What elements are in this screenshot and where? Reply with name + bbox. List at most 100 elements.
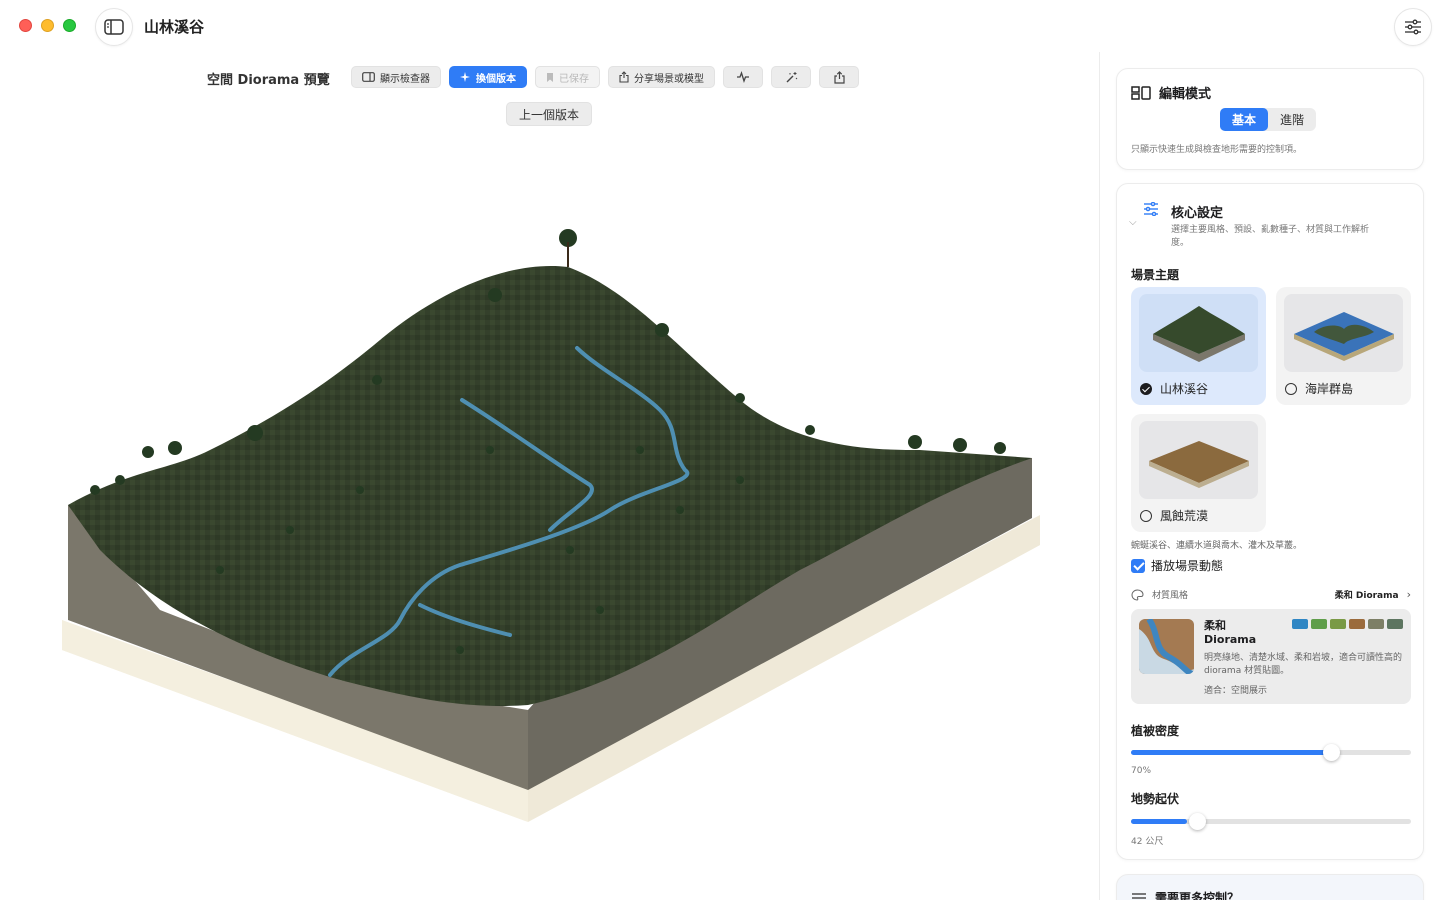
material-style-row[interactable]: 材質風格 柔和 Diorama › [1131, 588, 1411, 601]
sparkles-icon [460, 71, 470, 82]
checkmark-icon [1131, 558, 1145, 573]
saved-button[interactable]: 已保存 [535, 66, 600, 88]
previous-version-button[interactable]: 上一個版本 [506, 102, 593, 126]
swap-version-button[interactable]: 換個版本 [449, 66, 527, 88]
export-button[interactable] [819, 66, 859, 88]
panel-divider [1099, 52, 1100, 900]
material-name: 柔和 Diorama [1204, 619, 1257, 646]
theme-label: 風蝕荒漠 [1160, 509, 1209, 523]
material-fit: 適合：空間展示 [1204, 686, 1268, 696]
window-controls [19, 19, 76, 32]
chevron-right-icon: › [1406, 588, 1411, 601]
window-title: 山林溪谷 [144, 18, 205, 36]
sliders-icon [1132, 892, 1146, 899]
show-inspector-label: 顯示檢查器 [380, 73, 430, 85]
vegetation-density-slider[interactable] [1131, 744, 1411, 761]
app-window: 山林溪谷 空間 Diorama 預覽 顯示檢查器 換個版本 已保存 分享場景或模… [0, 0, 1440, 900]
material-preview [1139, 619, 1194, 674]
activity-button[interactable] [723, 66, 763, 88]
slider-fill [1131, 750, 1327, 755]
export-icon [833, 70, 845, 84]
settings-button[interactable] [1394, 8, 1432, 46]
share-scene-button[interactable]: 分享場景或模型 [608, 66, 715, 88]
zoom-window-button[interactable] [63, 19, 76, 32]
inspector-icon [362, 72, 375, 82]
material-style-label: 材質風格 [1152, 591, 1189, 601]
animate-scene-label: 播放場景動態 [1151, 559, 1224, 573]
eroded-desert-preview [1149, 441, 1249, 488]
close-window-button[interactable] [19, 19, 32, 32]
share-scene-label: 分享場景或模型 [634, 73, 704, 85]
edit-mode-segmented-control: 基本 進階 [1220, 108, 1317, 131]
material-style-value: 柔和 Diorama [1334, 591, 1399, 601]
theme-option-forest-valley: 山林溪谷 [1140, 380, 1208, 397]
waveform-icon [737, 71, 749, 83]
mode-advanced-option[interactable]: 進階 [1268, 108, 1316, 131]
show-inspector-button[interactable]: 顯示檢查器 [351, 66, 441, 88]
material-description: 明亮綠地、清楚水域、柔和岩坡，適合可讀性高的 diorama 材質貼圖。 [1204, 653, 1403, 676]
mode-basic-option[interactable]: 基本 [1220, 108, 1269, 131]
toolbar: 顯示檢查器 換個版本 已保存 分享場景或模型 [351, 66, 859, 88]
theme-label: 海岸群島 [1305, 382, 1354, 396]
more-controls-title: 需要更多控制？ [1155, 891, 1240, 900]
slider-knob[interactable] [1189, 813, 1206, 830]
theme-thumbnail [1139, 294, 1258, 372]
coastal-islands-preview [1294, 312, 1394, 361]
radio-selected-icon [1140, 382, 1152, 395]
theme-card-coastal-islands[interactable]: 海岸群島 [1276, 287, 1411, 405]
core-settings-panel: ⌵ 核心設定 選擇主要風格、預設、亂數種子、材質與工作解析度。 場景主題 山林溪… [1116, 183, 1424, 860]
preview-title: 空間 Diorama 預覽 [207, 73, 330, 88]
theme-thumbnail [1139, 421, 1258, 499]
theme-description: 蜿蜒溪谷、連續水道與喬木、灌木及草叢。 [1131, 541, 1303, 551]
minimize-window-button[interactable] [41, 19, 54, 32]
vegetation-density-label: 植被密度 [1131, 724, 1180, 738]
swatch-meadow [1330, 619, 1346, 629]
more-controls-header: 需要更多控制？ [1131, 889, 1239, 900]
swatch-forest [1387, 619, 1403, 629]
scene-theme-label: 場景主題 [1131, 268, 1180, 282]
edit-mode-panel: 編輯模式 基本 進階 只顯示快速生成與檢查地形需要的控制項。 [1116, 68, 1424, 170]
material-swatches [1292, 619, 1403, 629]
theme-thumbnail [1284, 294, 1403, 372]
radio-empty-icon [1140, 509, 1152, 522]
forest-valley-preview [1153, 306, 1245, 362]
sliders-icon [1405, 19, 1421, 35]
toggle-sidebar-button[interactable] [95, 8, 133, 46]
swatch-rock [1368, 619, 1384, 629]
saved-label: 已保存 [559, 73, 589, 85]
edit-mode-header: 編輯模式 [1131, 83, 1211, 102]
terrain-relief-label: 地勢起伏 [1131, 792, 1180, 806]
material-card[interactable]: 柔和 Diorama 明亮綠地、清楚水域、柔和岩坡，適合可讀性高的 dioram… [1131, 609, 1411, 704]
swatch-water [1292, 619, 1308, 629]
swatch-grass [1311, 619, 1327, 629]
terrain-relief-slider[interactable] [1131, 813, 1411, 830]
sliders-icon [1144, 202, 1158, 216]
core-settings-header[interactable]: 核心設定 選擇主要風格、預設、亂數種子、材質與工作解析度。 [1143, 202, 1381, 250]
vegetation-density-value: 70% [1131, 766, 1152, 776]
radio-empty-icon [1285, 382, 1297, 395]
magic-wand-button[interactable] [771, 66, 811, 88]
core-settings-description: 選擇主要風格、預設、亂數種子、材質與工作解析度。 [1171, 225, 1370, 248]
theme-label: 山林溪谷 [1160, 382, 1209, 396]
more-controls-panel[interactable]: 需要更多控制？ [1116, 874, 1424, 900]
layout-icon [1131, 85, 1151, 100]
collapse-chevron-icon[interactable]: ⌵ [1129, 217, 1137, 228]
slider-fill [1131, 819, 1187, 824]
swap-version-label: 換個版本 [476, 73, 516, 85]
edit-mode-title: 編輯模式 [1159, 87, 1212, 102]
theme-card-eroded-desert[interactable]: 風蝕荒漠 [1131, 414, 1266, 532]
terrain-relief-value: 42 公尺 [1131, 837, 1164, 847]
slider-knob[interactable] [1323, 744, 1340, 761]
swatch-soil [1349, 619, 1365, 629]
theme-card-forest-valley[interactable]: 山林溪谷 [1131, 287, 1266, 405]
magic-wand-icon [786, 71, 797, 82]
share-icon [619, 71, 629, 83]
bookmark-icon [547, 72, 553, 82]
theme-option-coastal-islands: 海岸群島 [1285, 380, 1353, 397]
diorama-viewport[interactable] [40, 150, 1060, 870]
palette-icon [1131, 588, 1144, 601]
material-thumbnail [1139, 619, 1194, 674]
edit-mode-description: 只顯示快速生成與檢查地形需要的控制項。 [1131, 145, 1303, 155]
animate-scene-checkbox[interactable]: 播放場景動態 [1131, 557, 1223, 574]
theme-option-eroded-desert: 風蝕荒漠 [1140, 507, 1208, 524]
